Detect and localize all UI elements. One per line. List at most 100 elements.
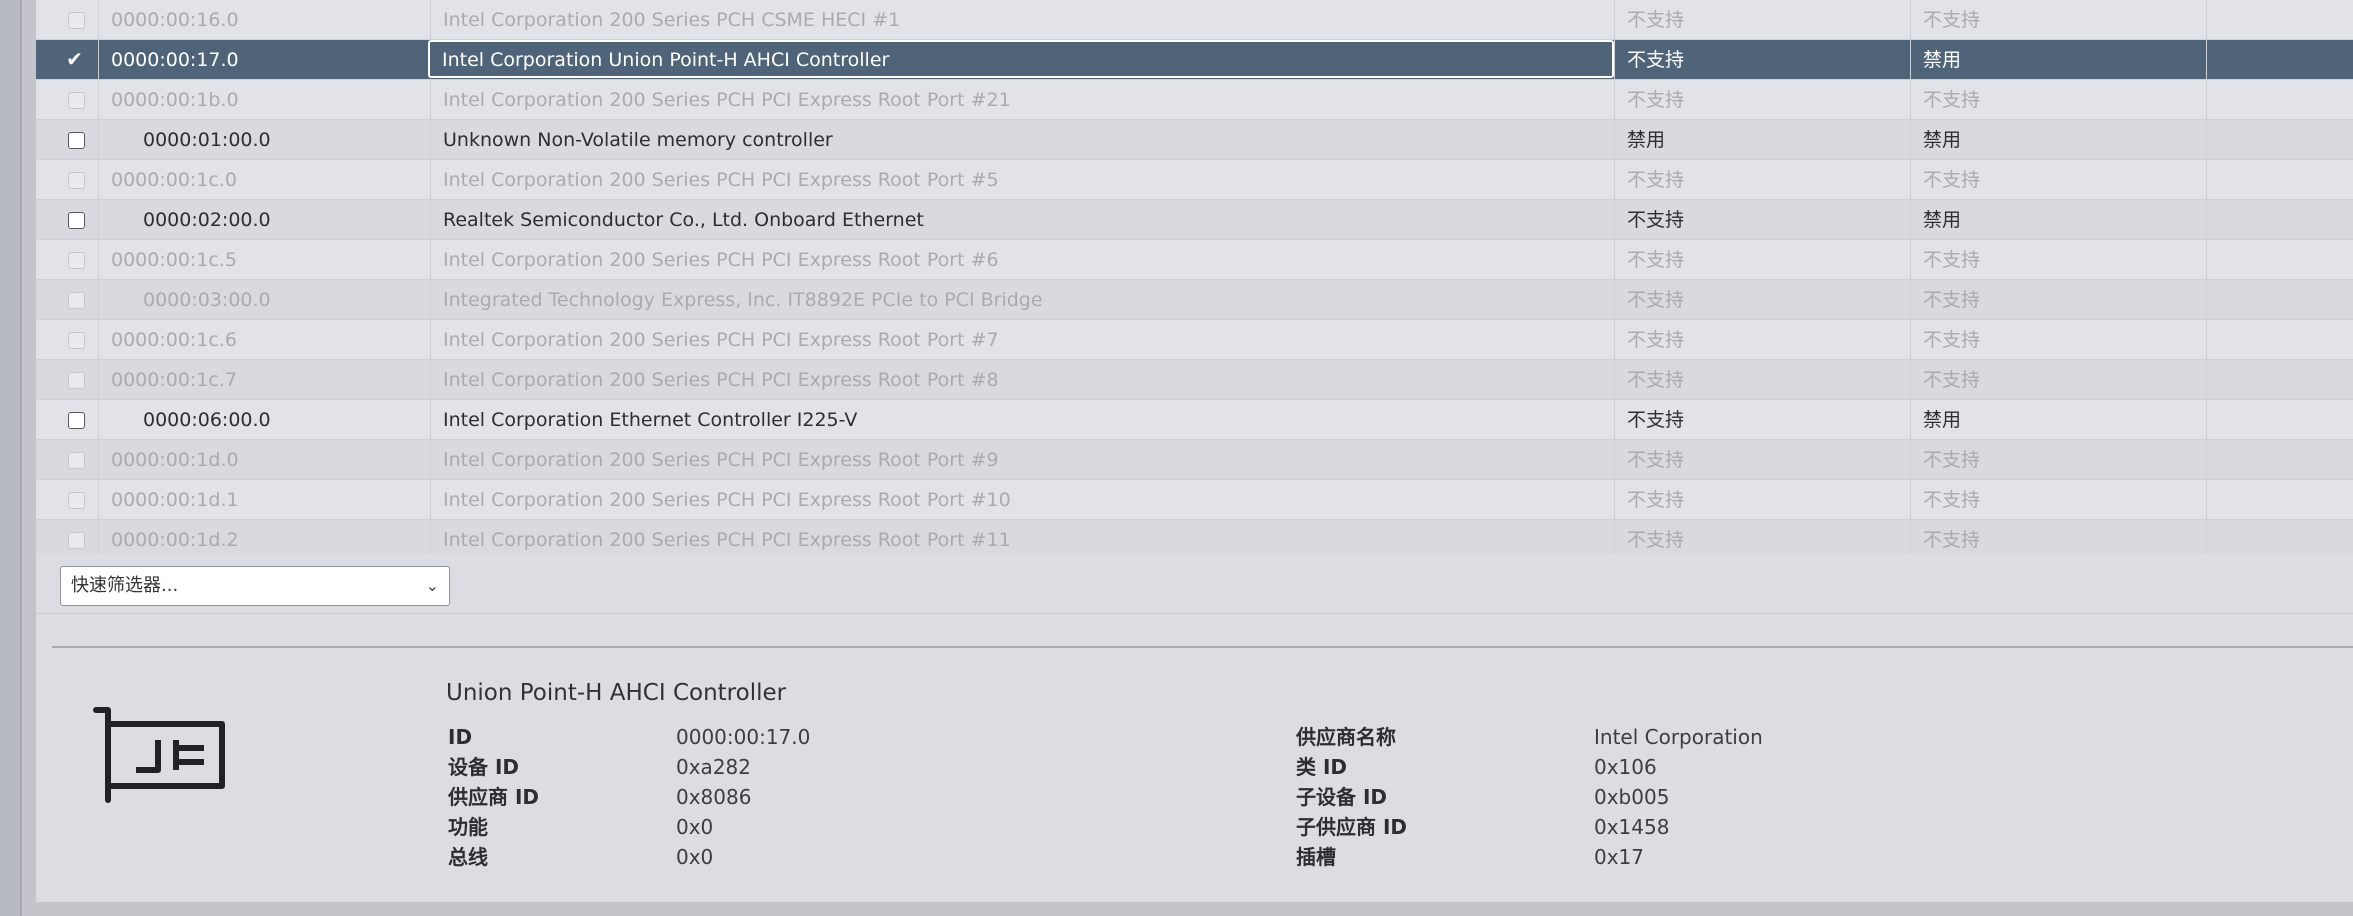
detail-key: 总线 — [448, 845, 488, 869]
device-details: Union Point-H AHCI Controller ID 0000:00:… — [36, 650, 2353, 902]
device-id-cell: 0000:00:17.0 — [98, 40, 430, 80]
device-name-cell: Intel Corporation 200 Series PCH CSME HE… — [430, 0, 1614, 40]
device-id-cell: 0000:00:16.0 — [98, 0, 430, 40]
status-cell-a: 禁用 — [1614, 120, 1910, 160]
status-cell-a: 不支持 — [1614, 160, 1910, 200]
row-checkbox-cell — [36, 360, 98, 400]
row-checkbox — [68, 92, 85, 109]
device-id-cell: 0000:02:00.0 — [98, 200, 430, 240]
empty-cell — [2206, 320, 2353, 360]
detail-value: 0x17 — [1594, 845, 1645, 869]
device-name-cell: Intel Corporation Ethernet Controller I2… — [430, 400, 1614, 440]
table-row[interactable]: 0000:02:00.0 Realtek Semiconductor Co., L… — [36, 200, 2353, 240]
row-checkbox — [68, 532, 85, 549]
left-rail — [0, 0, 22, 916]
device-id-cell: 0000:06:00.0 — [98, 400, 430, 440]
detail-pair: 设备 ID 0xa282 — [448, 752, 1148, 782]
detail-key: 功能 — [448, 815, 488, 839]
row-checkbox-cell — [36, 320, 98, 360]
row-checkbox — [68, 332, 85, 349]
row-checkbox[interactable] — [68, 132, 85, 149]
device-name-cell: Intel Corporation 200 Series PCH PCI Exp… — [430, 160, 1614, 200]
device-id-cell: 0000:03:00.0 — [98, 280, 430, 320]
status-cell-a: 不支持 — [1614, 40, 1910, 80]
device-name-cell: Intel Corporation 200 Series PCH PCI Exp… — [430, 80, 1614, 120]
status-cell-b: 不支持 — [1910, 160, 2206, 200]
device-name-cell: Intel Corporation 200 Series PCH PCI Exp… — [430, 320, 1614, 360]
empty-cell — [2206, 480, 2353, 520]
detail-value: 0xa282 — [676, 755, 751, 779]
row-checkbox-cell — [36, 160, 98, 200]
detail-value: 0x0 — [676, 845, 714, 869]
device-title: Union Point-H AHCI Controller — [446, 680, 787, 706]
row-checkbox — [68, 372, 85, 389]
empty-cell — [2206, 40, 2353, 80]
row-checkbox-cell — [36, 120, 98, 160]
row-checkbox — [68, 492, 85, 509]
detail-pair: 供应商 ID 0x8086 — [448, 782, 1148, 812]
row-checkbox[interactable]: ✔ — [66, 49, 83, 69]
status-cell-b: 不支持 — [1910, 480, 2206, 520]
detail-value: 0x8086 — [676, 785, 752, 809]
device-name-cell: Realtek Semiconductor Co., Ltd. Onboard … — [430, 200, 1614, 240]
row-checkbox — [68, 252, 85, 269]
empty-cell — [2206, 160, 2353, 200]
row-checkbox — [68, 452, 85, 469]
row-checkbox-cell: ✔ — [36, 40, 98, 80]
quick-filter-select[interactable]: 快速筛选器... ⌄ — [60, 566, 450, 606]
table-row: 0000:00:1c.7 Intel Corporation 200 Series… — [36, 360, 2353, 400]
table-row: 0000:00:1d.1 Intel Corporation 200 Series… — [36, 480, 2353, 520]
row-checkbox[interactable] — [68, 412, 85, 429]
detail-pair: 插槽 0x17 — [1296, 842, 1996, 872]
detail-key: 设备 ID — [448, 755, 520, 779]
row-checkbox — [68, 12, 85, 29]
detail-value: 0000:00:17.0 — [676, 725, 811, 749]
status-cell-a: 不支持 — [1614, 280, 1910, 320]
device-id-cell: 0000:00:1d.0 — [98, 440, 430, 480]
row-checkbox — [68, 172, 85, 189]
detail-pair: 供应商名称 Intel Corporation — [1296, 722, 1996, 752]
detail-value: 0x1458 — [1594, 815, 1670, 839]
row-checkbox-cell — [36, 240, 98, 280]
status-cell-b: 不支持 — [1910, 0, 2206, 40]
device-id-cell: 0000:01:00.0 — [98, 120, 430, 160]
empty-cell — [2206, 120, 2353, 160]
device-name-cell: Intel Corporation 200 Series PCH PCI Exp… — [430, 480, 1614, 520]
row-checkbox-cell — [36, 440, 98, 480]
detail-key: 插槽 — [1296, 845, 1336, 869]
device-name-cell: Unknown Non-Volatile memory controller — [430, 120, 1614, 160]
detail-key: 子供应商 ID — [1296, 815, 1408, 839]
detail-key: 供应商 ID — [448, 785, 540, 809]
device-id-cell: 0000:00:1c.6 — [98, 320, 430, 360]
device-name-cell: Intel Corporation Union Point-H AHCI Con… — [428, 40, 1614, 78]
empty-cell — [2206, 80, 2353, 120]
status-cell-b: 禁用 — [1910, 120, 2206, 160]
chevron-down-icon: ⌄ — [425, 576, 439, 595]
table-row[interactable]: ✔ 0000:00:17.0 Intel Corporation Union Poi… — [36, 40, 2353, 80]
filter-bar: 快速筛选器... ⌄ — [36, 554, 2353, 614]
table-row: 0000:03:00.0 Integrated Technology Expres… — [36, 280, 2353, 320]
row-checkbox-cell — [36, 400, 98, 440]
detail-key: ID — [448, 725, 473, 749]
status-cell-b: 不支持 — [1910, 320, 2206, 360]
detail-pair: 子设备 ID 0xb005 — [1296, 782, 1996, 812]
device-id-cell: 0000:00:1c.0 — [98, 160, 430, 200]
status-cell-b: 禁用 — [1910, 200, 2206, 240]
detail-key: 供应商名称 — [1296, 725, 1396, 749]
detail-value: Intel Corporation — [1594, 725, 1763, 749]
status-cell-b: 禁用 — [1910, 40, 2206, 80]
row-checkbox[interactable] — [68, 212, 85, 229]
detail-pair: 类 ID 0x106 — [1296, 752, 1996, 782]
table-row[interactable]: 0000:06:00.0 Intel Corporation Ethernet C… — [36, 400, 2353, 440]
detail-value: 0x0 — [676, 815, 714, 839]
detail-pair: ID 0000:00:17.0 — [448, 722, 1148, 752]
table-row[interactable]: 0000:01:00.0 Unknown Non-Volatile memory … — [36, 120, 2353, 160]
pci-card-icon — [92, 704, 228, 810]
row-checkbox-cell — [36, 200, 98, 240]
status-cell-a: 不支持 — [1614, 440, 1910, 480]
device-name-cell: Integrated Technology Express, Inc. IT88… — [430, 280, 1614, 320]
device-id-cell: 0000:00:1c.7 — [98, 360, 430, 400]
table-row: 0000:00:1d.0 Intel Corporation 200 Series… — [36, 440, 2353, 480]
table-row: 0000:00:1b.0 Intel Corporation 200 Series… — [36, 80, 2353, 120]
row-checkbox-cell — [36, 280, 98, 320]
